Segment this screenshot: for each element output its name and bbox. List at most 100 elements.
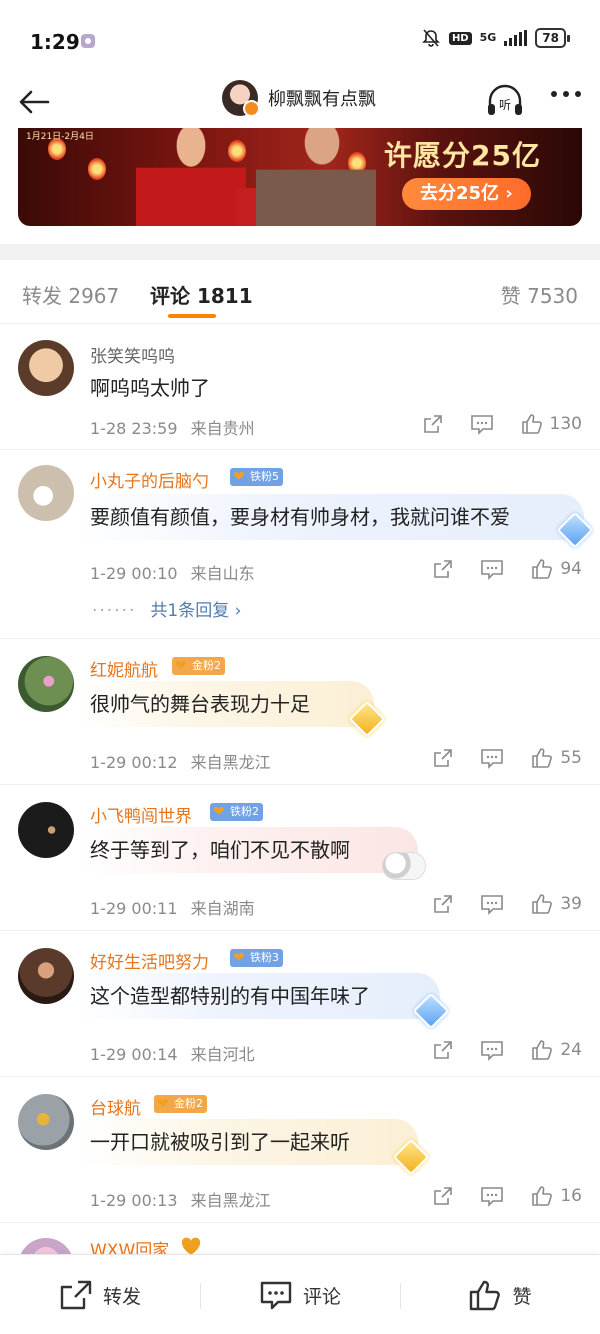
comment-icon (481, 895, 504, 915)
nav-avatar[interactable] (222, 80, 260, 117)
reply-button[interactable] (470, 413, 494, 435)
bottom-like-button[interactable]: 赞 (400, 1255, 600, 1334)
comment-location: 来自黑龙江 (190, 1191, 271, 1210)
back-button[interactable] (14, 82, 54, 122)
tab-like[interactable]: 赞 7530 (501, 280, 578, 309)
comment-actions: 94 (406, 557, 582, 581)
comment-meta: 1-29 00:12 来自黑龙江 (90, 749, 271, 773)
reply-button[interactable] (480, 747, 504, 769)
nav-profile[interactable]: 柳飘飘有点飘 (222, 80, 376, 117)
comment-actions: 39 (406, 892, 582, 916)
bottom-repost-button[interactable]: 转发 (0, 1255, 200, 1334)
comment-icon (481, 1041, 504, 1061)
bottom-action-bar: 转发 评论 赞 (0, 1254, 600, 1334)
banner-date: 1月21日-2月4日 (26, 132, 94, 142)
fan-heart-icon (181, 1237, 201, 1254)
fan-badge: 金粉2 (154, 1093, 207, 1113)
comment-avatar[interactable] (18, 948, 74, 1004)
comment-meta: 1-29 00:14 来自河北 (90, 1041, 255, 1065)
status-time: 1:29 (30, 30, 80, 54)
comment-avatar[interactable] (18, 1094, 74, 1150)
comment-item: 小飞鸭闯世界 铁粉2 终于等到了，咱们不见不散啊 1-29 00:11 来自湖南… (0, 786, 600, 931)
banner-cta-button[interactable]: 去分25亿 › (402, 178, 531, 210)
like-button[interactable]: 39 (530, 892, 582, 916)
comment-username[interactable]: 好好生活吧努力 (90, 948, 209, 973)
interaction-tabs: 转发 2967 评论 1811 赞 7530 (0, 262, 600, 324)
like-button[interactable]: 24 (530, 1038, 582, 1062)
share-button[interactable] (432, 747, 454, 769)
comment-username[interactable]: WXW回家 (90, 1236, 169, 1254)
like-button[interactable]: 94 (530, 557, 582, 581)
comment-avatar[interactable] (18, 465, 74, 521)
comment-text: 一开口就被吸引到了一起来听 (78, 1119, 418, 1165)
view-replies-label[interactable]: 共1条回复 › (150, 601, 241, 621)
nav-title[interactable]: 柳飘飘有点飘 (268, 85, 376, 111)
comment-icon (481, 560, 504, 580)
share-button[interactable] (432, 1039, 454, 1061)
comment-icon (481, 1187, 504, 1207)
like-count: 16 (560, 1186, 582, 1206)
comment-avatar[interactable] (18, 656, 74, 712)
thumbs-up-icon (532, 1040, 553, 1060)
comment-username[interactable]: 小飞鸭闯世界 (90, 802, 192, 827)
bottom-like-label: 赞 (512, 1285, 532, 1308)
thumbs-up-icon (521, 414, 542, 434)
comment-actions: 24 (406, 1038, 582, 1062)
like-count: 24 (560, 1040, 582, 1060)
share-icon (434, 749, 453, 767)
listen-button[interactable]: 听 (485, 80, 525, 120)
status-bar: 1:29 HD 5G 78 (0, 0, 600, 80)
comment-time: 1-29 00:11 (90, 899, 178, 918)
comment-avatar[interactable] (18, 340, 74, 396)
like-button[interactable]: 55 (530, 746, 582, 770)
share-icon (434, 1187, 453, 1205)
share-icon (434, 1041, 453, 1059)
hd-badge: HD (448, 31, 472, 45)
reply-dots: ······ (92, 601, 137, 621)
banner-person-right (256, 128, 376, 226)
comment-text: 这个造型都特别的有中国年味了 (78, 973, 440, 1019)
comment-actions: 16 (406, 1184, 582, 1208)
view-replies-link[interactable]: ······ 共1条回复 › (92, 596, 241, 621)
promo-banner[interactable]: 1月21日-2月4日 许愿分25亿 去分25亿 › (18, 128, 582, 226)
like-button[interactable]: 16 (530, 1184, 582, 1208)
comment-meta: 1-29 00:13 来自黑龙江 (90, 1187, 271, 1211)
comment-username[interactable]: 台球航 (90, 1094, 141, 1119)
comment-username[interactable]: 小丸子的后脑勺 (90, 467, 209, 492)
listen-label: 听 (499, 98, 511, 112)
battery-indicator: 78 (535, 28, 570, 48)
share-button[interactable] (422, 413, 444, 435)
share-icon (434, 560, 453, 578)
headphones-icon: 听 (488, 84, 522, 115)
comment-avatar[interactable] (18, 1238, 74, 1254)
thumbs-up-icon (532, 1186, 553, 1206)
comment-username[interactable]: 红妮航航 (90, 656, 158, 681)
comment-avatar[interactable] (18, 802, 74, 858)
mute-bell-icon (422, 29, 440, 47)
duck-decoration-icon (382, 852, 426, 880)
tab-comment[interactable]: 评论 1811 (150, 280, 253, 309)
comment-actions: 55 (406, 746, 582, 770)
reply-button[interactable] (480, 893, 504, 915)
nav-bar: 柳飘飘有点飘 听 (0, 76, 600, 132)
share-button[interactable] (432, 1185, 454, 1207)
like-count: 130 (549, 414, 582, 434)
status-indicators: HD 5G 78 (421, 28, 570, 48)
comment-text: 很帅气的舞台表现力十足 (78, 681, 374, 727)
share-button[interactable] (432, 893, 454, 915)
banner-headline: 许愿分25亿 (384, 139, 541, 172)
reply-button[interactable] (480, 1039, 504, 1061)
signal-icon (504, 30, 528, 46)
bottom-comment-button[interactable]: 评论 (200, 1255, 400, 1334)
section-divider (0, 244, 600, 260)
more-button[interactable] (548, 84, 584, 114)
comment-username[interactable]: 张笑笑呜呜 (90, 342, 175, 367)
share-button[interactable] (432, 558, 454, 580)
banner-person-left (136, 128, 246, 226)
like-button[interactable]: 130 (520, 412, 582, 436)
reply-button[interactable] (480, 558, 504, 580)
comment-time: 1-29 00:10 (90, 564, 178, 583)
tab-repost[interactable]: 转发 2967 (22, 280, 119, 309)
reply-button[interactable] (480, 1185, 504, 1207)
fan-badge: 金粉2 (172, 655, 225, 675)
